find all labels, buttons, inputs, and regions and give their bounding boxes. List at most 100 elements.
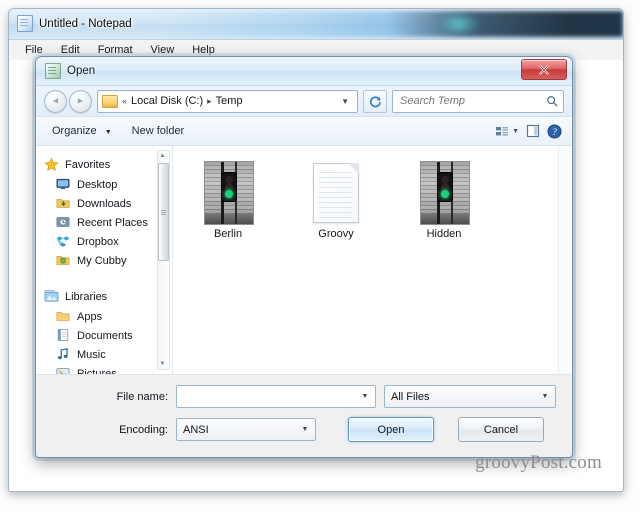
sidebar-item-my-cubby[interactable]: My Cubby <box>42 251 172 270</box>
dropbox-icon <box>56 234 71 249</box>
libraries-icon <box>44 289 59 304</box>
screen: Untitled - Notepad File Edit Format View… <box>0 0 640 512</box>
address-bar: ◄ ► « Local Disk (C:) ▸ Temp ▼ <box>36 86 572 117</box>
notepad-title: Untitled - Notepad <box>39 17 132 30</box>
dialog-body: Favorites Desktop Downloads Recent Place… <box>36 146 572 375</box>
file-grid: Berlin Groovy Hidden <box>187 158 572 243</box>
change-view-button[interactable]: ▼ <box>495 125 519 138</box>
back-arrow-icon: ◄ <box>51 95 60 106</box>
new-folder-button[interactable]: New folder <box>124 121 193 141</box>
sidebar-item-downloads[interactable]: Downloads <box>42 194 172 213</box>
sidebar-item-music[interactable]: Music <box>42 345 172 364</box>
refresh-button[interactable] <box>363 89 387 113</box>
encoding-label: Encoding: <box>119 423 168 436</box>
scroll-up-arrow-icon[interactable]: ▲ <box>158 151 167 161</box>
close-button[interactable] <box>521 59 567 80</box>
traffic-light-icon <box>437 171 453 202</box>
sidebar-label: Downloads <box>77 197 132 210</box>
nav-group-libraries: Libraries Apps Documents Music Pictures <box>42 286 172 374</box>
open-button[interactable]: Open <box>348 417 434 442</box>
file-name-label: File name: <box>116 390 168 403</box>
sidebar-label: Apps <box>77 310 103 323</box>
sidebar-label: Desktop <box>77 178 118 191</box>
open-dialog-icon <box>45 63 61 79</box>
sidebar-label: My Cubby <box>77 254 127 267</box>
chevron-down-icon[interactable]: ▼ <box>297 420 313 439</box>
sidebar-item-recent-places[interactable]: Recent Places <box>42 213 172 232</box>
file-item-berlin[interactable]: Berlin <box>187 158 269 243</box>
forward-button[interactable]: ► <box>69 89 92 113</box>
back-button[interactable]: ◄ <box>44 89 67 113</box>
watermark: groovyPost.com <box>475 452 602 473</box>
file-list[interactable]: Berlin Groovy Hidden <box>173 146 572 374</box>
sidebar-item-desktop[interactable]: Desktop <box>42 175 172 194</box>
sidebar-item-libraries[interactable]: Libraries <box>42 286 172 307</box>
organize-button[interactable]: Organize ▼ <box>44 121 120 141</box>
dialog-footer: File name: ▼ All Files ▼ Encoding: ANSI … <box>36 375 572 442</box>
dialog-titlebar: Open <box>36 57 572 86</box>
sidebar-label: Recent Places <box>77 216 148 229</box>
sidebar-item-pictures[interactable]: Pictures <box>42 364 172 374</box>
chevron-down-icon: ▼ <box>104 129 112 136</box>
sidebar-item-documents[interactable]: Documents <box>42 326 172 345</box>
document-thumbnail <box>312 161 360 223</box>
preview-pane-button[interactable] <box>526 124 540 138</box>
notepad-titlebar: Untitled - Notepad <box>9 9 623 40</box>
open-dialog: Open ◄ ► « Local Disk (C:) ▸ Temp ▼ Sear… <box>35 56 573 458</box>
organize-label: Organize <box>52 125 97 137</box>
image-thumbnail <box>420 161 470 225</box>
sidebar-item-apps[interactable]: Apps <box>42 307 172 326</box>
chevron-down-icon[interactable]: ▼ <box>337 97 353 106</box>
file-name-row: File name: ▼ All Files ▼ <box>50 385 558 408</box>
traffic-light-icon <box>221 171 237 202</box>
downloads-icon <box>56 196 71 211</box>
image-thumbnail <box>204 161 254 225</box>
encoding-row: Encoding: ANSI ▼ Open Cancel <box>50 417 558 442</box>
file-type-dropdown[interactable]: All Files ▼ <box>384 385 556 408</box>
refresh-icon <box>369 95 381 107</box>
svg-text:?: ? <box>552 127 557 137</box>
preview-pane-icon <box>526 124 540 138</box>
sidebar-label: Documents <box>77 329 133 342</box>
file-label: Berlin <box>213 228 243 240</box>
sidebar-label: Dropbox <box>77 235 119 248</box>
file-list-scrollbar[interactable] <box>558 146 571 374</box>
breadcrumb-folder[interactable]: Temp <box>216 95 243 107</box>
view-controls: ▼ ? <box>495 123 564 139</box>
breadcrumb[interactable]: « Local Disk (C:) ▸ Temp ▼ <box>97 89 358 113</box>
sidebar-label: Pictures <box>77 367 117 375</box>
text-document-icon <box>313 163 359 223</box>
scrollbar-thumb[interactable] <box>158 163 169 261</box>
scroll-down-arrow-icon[interactable]: ▼ <box>158 359 167 369</box>
chevron-down-icon[interactable]: ▼ <box>537 387 553 406</box>
breadcrumb-overflow-icon[interactable]: « <box>122 96 127 106</box>
chevron-down-icon[interactable]: ▼ <box>357 387 373 406</box>
help-icon: ? <box>547 123 562 139</box>
sidebar-item-dropbox[interactable]: Dropbox <box>42 232 172 251</box>
pictures-icon <box>56 366 71 374</box>
file-type-value: All Files <box>391 390 430 403</box>
search-input[interactable] <box>398 94 546 108</box>
encoding-dropdown[interactable]: ANSI ▼ <box>176 418 316 441</box>
aero-glass-highlight <box>439 13 479 35</box>
file-item-hidden[interactable]: Hidden <box>403 158 485 243</box>
documents-icon <box>56 328 71 343</box>
sidebar-scrollbar[interactable]: ▲ ▼ <box>157 150 170 370</box>
breadcrumb-drive[interactable]: Local Disk (C:) <box>131 95 203 107</box>
help-button[interactable]: ? <box>547 123 562 139</box>
notepad-icon <box>17 15 33 32</box>
nav-group-favorites: Favorites Desktop Downloads Recent Place… <box>42 154 172 270</box>
navigation-buttons: ◄ ► <box>44 89 92 113</box>
star-icon <box>44 157 59 172</box>
file-item-groovy[interactable]: Groovy <box>295 158 377 243</box>
cancel-button[interactable]: Cancel <box>458 417 544 442</box>
forward-arrow-icon: ► <box>76 95 85 106</box>
folder-icon <box>56 309 71 324</box>
search-box[interactable] <box>392 89 564 113</box>
file-name-input[interactable]: ▼ <box>176 385 376 408</box>
cubby-icon <box>56 253 71 268</box>
file-label: Hidden <box>426 228 462 240</box>
sidebar-item-favorites[interactable]: Favorites <box>42 154 172 175</box>
encoding-value: ANSI <box>183 423 209 436</box>
close-icon <box>539 64 549 75</box>
